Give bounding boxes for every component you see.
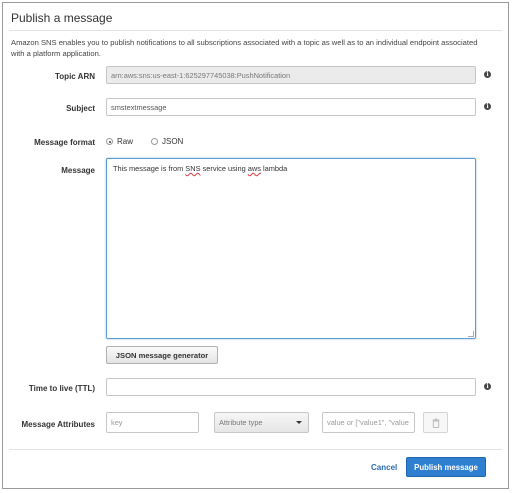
cancel-button[interactable]: Cancel xyxy=(371,463,397,472)
attribute-value-input[interactable]: value or ["value1", "value xyxy=(322,412,415,433)
publish-message-dialog: Publish a message Amazon SNS enables you… xyxy=(2,2,509,489)
title-divider xyxy=(9,30,502,31)
publish-message-button[interactable]: Publish message xyxy=(406,457,486,477)
format-raw-label[interactable]: Raw xyxy=(117,137,133,146)
info-icon[interactable]: i xyxy=(484,103,491,110)
caret-down-icon xyxy=(296,421,302,424)
attribute-key-input[interactable]: key xyxy=(106,412,199,433)
subject-label: Subject xyxy=(66,104,95,113)
trash-icon xyxy=(432,418,440,428)
dialog-title: Publish a message xyxy=(11,11,113,25)
subject-value: smstextmessage xyxy=(111,102,167,112)
dialog-description: Amazon SNS enables you to publish notifi… xyxy=(11,38,478,58)
format-raw-radio[interactable] xyxy=(106,138,113,145)
info-icon[interactable]: i xyxy=(484,71,491,78)
topic-arn-field: arn:aws:sns:us-east-1:625297745038:PushN… xyxy=(106,66,476,84)
topic-arn-value: arn:aws:sns:us-east-1:625297745038:PushN… xyxy=(111,70,291,80)
attribute-type-select[interactable]: Attribute type xyxy=(214,412,309,433)
message-label: Message xyxy=(61,166,95,175)
json-message-generator-button[interactable]: JSON message generator xyxy=(106,346,218,364)
attribute-type-value: Attribute type xyxy=(219,418,263,427)
message-format-label: Message format xyxy=(34,138,95,147)
ttl-label: Time to live (TTL) xyxy=(28,384,95,393)
attribute-key-placeholder: key xyxy=(111,418,123,427)
resize-handle[interactable] xyxy=(468,331,474,337)
remove-attribute-button[interactable] xyxy=(423,412,448,433)
topic-arn-label: Topic ARN xyxy=(55,72,95,81)
info-icon[interactable]: i xyxy=(484,383,491,390)
attribute-value-placeholder: value or ["value1", "value xyxy=(327,418,409,427)
format-json-radio[interactable] xyxy=(151,138,158,145)
subject-input[interactable]: smstextmessage xyxy=(106,98,476,116)
message-text: This message is from SNS service using a… xyxy=(113,164,288,173)
ttl-input[interactable] xyxy=(106,378,476,396)
format-json-label[interactable]: JSON xyxy=(162,137,183,146)
message-attributes-label: Message Attributes xyxy=(21,420,96,429)
footer-divider xyxy=(9,449,502,450)
message-textarea[interactable]: This message is from SNS service using a… xyxy=(106,158,476,339)
